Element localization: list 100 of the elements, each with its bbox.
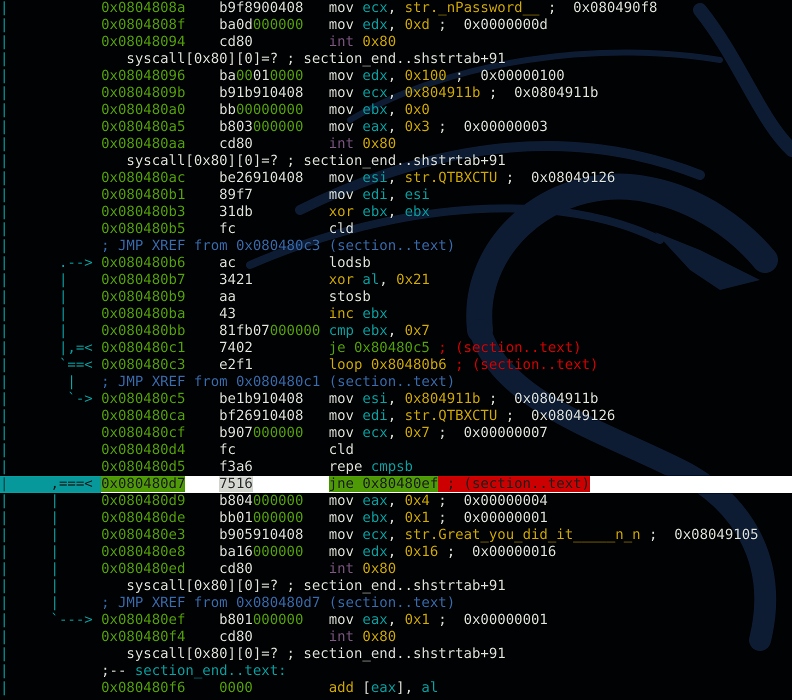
flow-arrow: `---> <box>50 612 94 629</box>
instruction-text: jne 0x80480ef ; (section..text) <box>328 476 590 493</box>
gutter-line: | <box>0 646 8 663</box>
gutter-line: | <box>0 340 8 357</box>
instruction-text: mov edx, 0x100 ; 0x00000100 <box>328 68 565 85</box>
gutter-line: | <box>0 85 8 102</box>
flow-arrow: `-> <box>66 391 94 408</box>
gutter-line: | <box>0 221 8 238</box>
gutter-line: | <box>0 544 8 561</box>
address-text: 0x080480c5 <box>101 391 186 407</box>
gutter-line: | <box>0 0 8 17</box>
flow-arrow: | <box>50 544 60 561</box>
opcode-bytes: be26910408 <box>219 170 304 186</box>
instruction-text: cmp ebx, 0x7 <box>328 323 430 340</box>
opcode-bytes: ac <box>219 255 236 271</box>
flow-arrow: | <box>50 510 60 527</box>
instruction-text: mov eax, 0x1 ; 0x00000001 <box>328 612 548 629</box>
instruction-text: int 0x80 <box>328 136 396 153</box>
instruction-text: stosb <box>328 289 371 306</box>
instruction-text: mov ecx, str._nPassword__ ; 0x080490f8 <box>328 0 658 17</box>
gutter-line: | <box>0 374 8 391</box>
address-text: 0x0804808a <box>101 0 186 16</box>
gutter-line: | <box>0 561 8 578</box>
gutter-line: | <box>0 323 8 340</box>
instruction-text: mov ebx, 0x0 <box>328 102 430 119</box>
gutter-line: | <box>0 153 8 170</box>
instruction-text: inc ebx <box>328 306 388 323</box>
instruction-text: cld <box>328 442 354 459</box>
instruction-text: mov eax, 0x3 ; 0x00000003 <box>328 119 548 136</box>
gutter-line: | <box>0 272 8 289</box>
opcode-bytes: b91b910408 <box>219 85 304 101</box>
flow-arrow: |,=< <box>58 340 94 357</box>
address-text: 0x080480f6 <box>101 680 186 696</box>
opcode-bytes: bb00000000 <box>219 102 304 118</box>
gutter-line: | <box>0 306 8 323</box>
address-text: 0x080480ca <box>101 408 186 424</box>
instruction-text: mov esi, 0x804911b ; 0x0804911b <box>328 391 598 408</box>
gutter-line: | <box>0 34 8 51</box>
opcode-bytes: 81fb07000000 <box>219 323 320 339</box>
flow-arrow: | <box>66 374 77 391</box>
gutter-line: | <box>0 510 8 527</box>
address-text: 0x080480d9 <box>101 493 186 509</box>
opcode-bytes: ba0d000000 <box>219 17 304 33</box>
opcode-bytes: b804000000 <box>219 493 304 509</box>
instruction-text: int 0x80 <box>328 629 396 646</box>
address-text: 0x080480b1 <box>101 187 186 203</box>
opcode-bytes: 89f7 <box>219 187 253 203</box>
opcode-bytes: 31db <box>219 204 253 220</box>
opcode-bytes: fc <box>219 221 236 237</box>
gutter-line: | <box>0 136 8 153</box>
gutter-line: | <box>0 595 8 612</box>
gutter-line: | <box>0 102 8 119</box>
address-text: 0x080480aa <box>101 136 186 152</box>
opcode-bytes: 0000 <box>219 680 253 696</box>
instruction-text: mov ecx, 0x804911b ; 0x0804911b <box>328 85 598 102</box>
address-text: 0x080480de <box>101 510 186 526</box>
gutter-line: | <box>0 17 8 34</box>
opcode-bytes: b905910408 <box>219 527 304 543</box>
opcode-bytes: b9f8900408 <box>219 0 304 16</box>
address-text: 0x08048094 <box>101 34 186 50</box>
opcode-bytes: fc <box>219 442 236 458</box>
instruction-text: mov edx, 0x16 ; 0x00000016 <box>328 544 556 561</box>
flow-arrow: | <box>50 493 60 510</box>
instruction-text: je 0x80480c5 ; (section..text) <box>328 340 582 357</box>
opcode-bytes: cd80 <box>219 561 253 577</box>
opcode-bytes: 7516 <box>219 476 253 492</box>
gutter-line: | <box>0 68 8 85</box>
instruction-text: xor al, 0x21 <box>328 272 430 289</box>
address-text: 0x080480d5 <box>101 459 186 475</box>
address-text: 0x080480b7 <box>101 272 186 288</box>
gutter-line: | <box>0 425 8 442</box>
opcode-bytes: f3a6 <box>219 459 253 475</box>
flow-arrow: | <box>58 306 68 323</box>
instruction-text: mov esi, str.QTBXCTU ; 0x08049126 <box>328 170 616 187</box>
address-text: 0x080480e3 <box>101 527 186 543</box>
flow-arrow: | <box>58 323 68 340</box>
instruction-text: int 0x80 <box>328 561 396 578</box>
address-text: 0x080480ac <box>101 170 186 186</box>
opcode-bytes: be1b910408 <box>219 391 304 407</box>
opcode-bytes: cd80 <box>219 34 253 50</box>
address-text: 0x080480d4 <box>101 442 186 458</box>
address-text: 0x0804809b <box>101 85 186 101</box>
instruction-text: cld <box>328 221 354 238</box>
address-text: 0x080480f4 <box>101 629 186 645</box>
address-text: 0x080480c1 <box>101 340 186 356</box>
instruction-text: mov edi, str.QTBXCTU ; 0x08049126 <box>328 408 616 425</box>
gutter-line: | <box>0 612 8 629</box>
flow-arrow: | <box>58 289 68 306</box>
opcode-bytes: b801000000 <box>219 612 304 628</box>
xref-comment: ; JMP XREF from 0x080480c3 (section..text) <box>101 238 456 255</box>
gutter-line: | <box>0 442 8 459</box>
xref-comment: ; JMP XREF from 0x080480d7 (section..text) <box>101 595 456 612</box>
opcode-bytes: cd80 <box>219 136 253 152</box>
xref-comment: ; JMP XREF from 0x080480c1 (section..text) <box>101 374 456 391</box>
gutter-line: | <box>0 289 8 306</box>
gutter-line: | <box>0 255 8 272</box>
gutter-line: | <box>0 663 8 680</box>
address-text: 0x080480b3 <box>101 204 186 220</box>
flow-arrow: | <box>50 595 60 612</box>
instruction-text: mov edi, esi <box>328 187 430 204</box>
